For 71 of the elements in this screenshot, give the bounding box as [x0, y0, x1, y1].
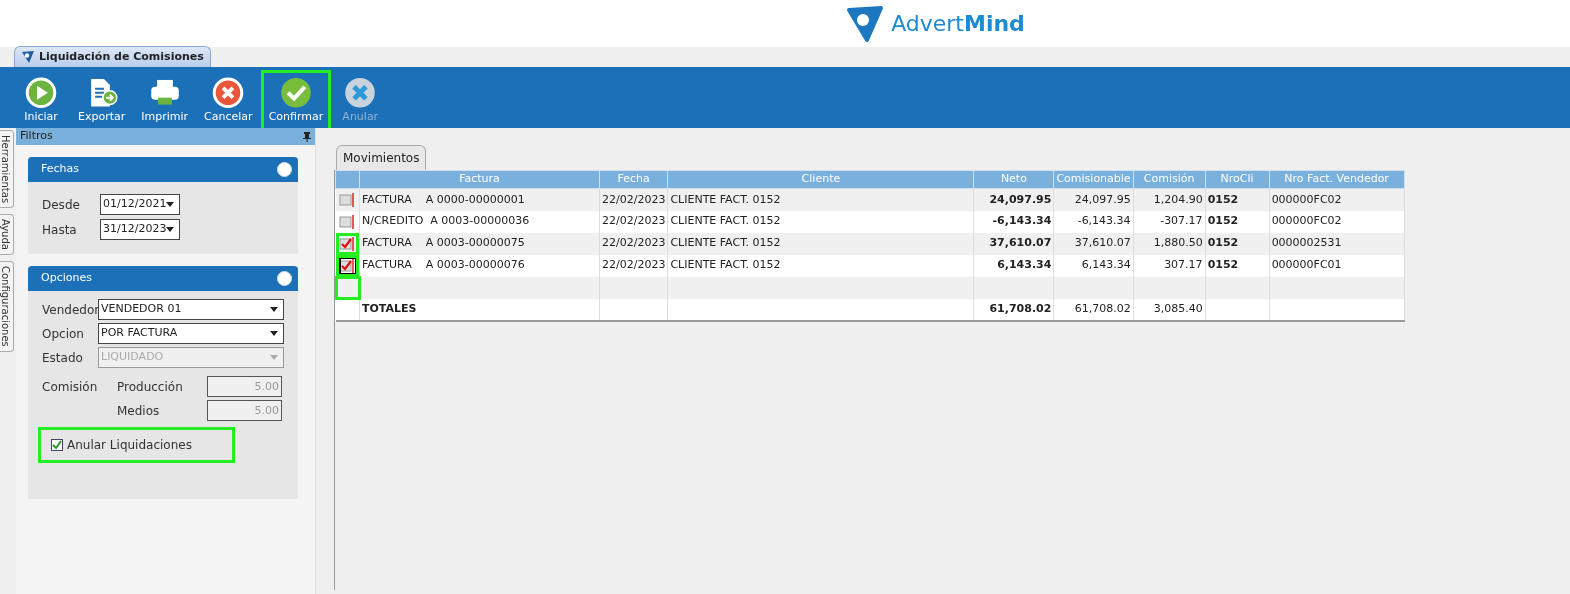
document-tab[interactable]: Liquidación de Comisiones — [14, 45, 211, 67]
total-cell: 3,085.40 — [1133, 298, 1206, 321]
table-cell: 37,610.07 — [973, 232, 1054, 255]
dropdown-icon[interactable] — [166, 202, 175, 207]
pin-icon[interactable] — [303, 131, 311, 142]
content-tab[interactable]: Movimientos — [336, 145, 427, 170]
field-label: Opcion — [42, 325, 85, 343]
logo-text: AdvertMind — [891, 10, 1025, 38]
dropdown-icon[interactable] — [166, 227, 175, 232]
table-cell: 37,610.07 — [1053, 232, 1134, 255]
group-title: Fechas — [41, 161, 79, 178]
field-label: Estado — [42, 349, 84, 367]
table-cell: -6,143.34 — [1053, 210, 1134, 233]
table-cell: 000000FC01 — [1269, 254, 1405, 277]
table-cell: 22/02/2023 — [599, 210, 668, 233]
table-cell: 6,143.34 — [1053, 254, 1134, 277]
field-label: Hasta — [42, 221, 78, 239]
table-cell: 0000002531 — [1269, 232, 1405, 255]
dropdown-icon[interactable] — [270, 307, 278, 312]
table-cell: 307.17 — [1133, 254, 1206, 277]
table-cell: FACTURA A 0003-00000075 — [359, 232, 600, 255]
collapse-icon[interactable] — [277, 162, 292, 177]
dropdown-icon[interactable] — [270, 331, 278, 336]
side-tab[interactable]: Ayuda — [0, 214, 14, 256]
toolbar-button[interactable]: Exportar — [73, 75, 131, 127]
side-tab[interactable]: Configuraciones — [0, 261, 14, 352]
play-icon — [25, 77, 57, 109]
table-cell: 1,880.50 — [1133, 232, 1206, 255]
table-cell: 6,143.34 — [973, 254, 1054, 277]
dropdown-field[interactable]: VENDEDOR 01 — [98, 299, 284, 320]
table-cell: 22/02/2023 — [599, 254, 668, 277]
field-label: Comisión — [42, 378, 99, 396]
total-cell: 61,708.02 — [973, 298, 1054, 321]
close-icon — [344, 77, 377, 109]
date-field[interactable]: 01/12/2021 — [100, 194, 180, 215]
table-cell: 0152 — [1205, 210, 1270, 233]
toolbar-button[interactable]: Cancelar — [199, 75, 258, 127]
checkmark-icon — [279, 77, 312, 109]
group-title: Opciones — [41, 270, 92, 287]
table-cell: CLIENTE FACT. 0152 — [667, 254, 974, 277]
collapse-icon[interactable] — [277, 271, 292, 286]
checkbox[interactable] — [51, 439, 63, 451]
table-cell: 0152 — [1205, 232, 1270, 255]
app-icon — [21, 49, 35, 64]
total-cell: 61,708.02 — [1053, 298, 1134, 321]
panel-title: Filtros — [20, 128, 53, 145]
table-cell: FACTURA A 0000-00000001 — [359, 188, 600, 211]
field-label: Medios — [117, 402, 161, 420]
checkbox[interactable] — [339, 214, 356, 229]
toolbar-button[interactable]: Iniciar — [15, 75, 67, 127]
field-label: Desde — [42, 196, 81, 214]
dropdown-field[interactable]: POR FACTURA — [98, 323, 284, 344]
field-label: Producción — [117, 378, 184, 396]
toolbar-button[interactable]: Imprimir — [136, 75, 194, 127]
table-cell: N/CREDITO A 0003-00000036 — [359, 210, 600, 233]
side-tab[interactable]: Herramientas — [0, 130, 14, 209]
table-cell: CLIENTE FACT. 0152 — [667, 232, 974, 255]
table-cell: 0152 — [1205, 254, 1270, 277]
cancel-icon — [212, 77, 245, 109]
table-cell: 22/02/2023 — [599, 232, 668, 255]
date-field[interactable]: 31/12/2023 — [100, 219, 180, 240]
table-cell: -6,143.34 — [973, 210, 1054, 233]
table-cell: 000000FC02 — [1269, 210, 1405, 233]
toolbar-button[interactable]: Confirmar — [263, 75, 329, 127]
totals-label: TOTALES — [359, 298, 600, 321]
field-label: Vendedor — [42, 301, 98, 319]
table-cell: CLIENTE FACT. 0152 — [667, 210, 974, 233]
logo-icon — [845, 3, 886, 44]
checkbox[interactable] — [339, 192, 356, 207]
table-cell: CLIENTE FACT. 0152 — [667, 188, 974, 211]
table-cell: -307.17 — [1133, 210, 1206, 233]
